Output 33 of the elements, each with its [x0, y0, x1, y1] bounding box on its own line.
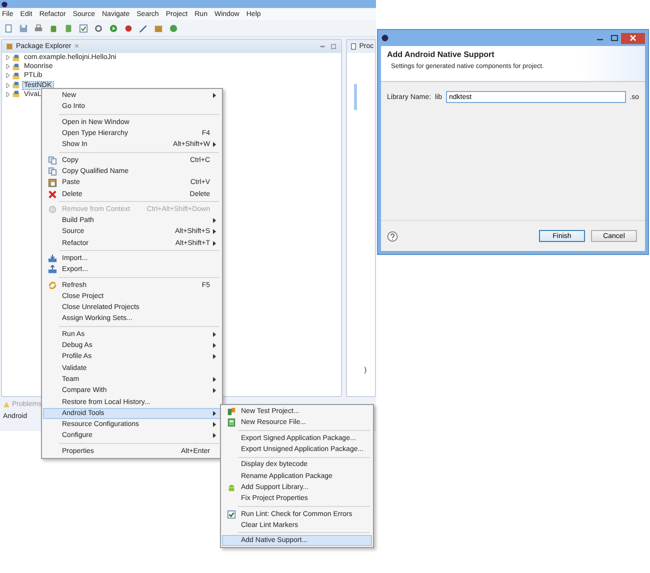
close-icon — [630, 35, 636, 41]
import-icon — [48, 254, 56, 263]
new-file-icon — [4, 24, 13, 32]
robot-icon — [226, 482, 236, 492]
remove-icon — [48, 204, 56, 214]
minimize-icon — [319, 43, 326, 50]
save-icon — [19, 24, 28, 32]
run-icon — [109, 24, 118, 32]
checklist-icon — [79, 24, 88, 32]
checkbox-icon — [226, 510, 236, 519]
app-icon — [1, 0, 8, 8]
expand-arrow-icon[interactable] — [6, 64, 10, 70]
file-icon — [226, 418, 236, 428]
app-icon — [381, 34, 389, 42]
paste-icon — [48, 178, 56, 188]
dialog-title: Add Android Native Support — [387, 50, 496, 59]
help-icon — [387, 230, 398, 242]
delete-icon — [48, 190, 56, 199]
export-icon — [48, 265, 56, 274]
print-icon — [34, 24, 43, 32]
document-icon — [350, 43, 358, 50]
expand-arrow-icon[interactable] — [6, 55, 10, 60]
warning-icon — [3, 401, 10, 408]
close-button[interactable] — [621, 32, 645, 44]
expand-arrow-icon[interactable] — [6, 73, 10, 78]
expand-arrow-icon[interactable] — [6, 92, 10, 97]
pencil-icon — [139, 24, 148, 32]
maximize-icon — [330, 43, 338, 50]
refresh-icon — [48, 280, 56, 290]
project-icon — [226, 407, 236, 416]
device-icon — [64, 24, 73, 32]
expand-arrow-icon[interactable] — [6, 82, 10, 88]
maximize-icon — [610, 35, 618, 41]
